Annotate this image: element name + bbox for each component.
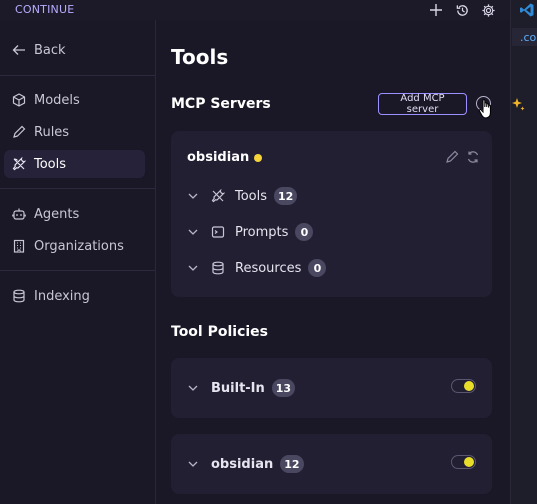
sidebar-item-label: Indexing [34,288,90,304]
sidebar-divider [0,188,155,189]
mcp-server-card: obsidian Tools 12 Prompts 0 Resources 0 [171,131,492,297]
pencil-icon [13,125,26,138]
sidebar: Back Models Rules Tools Agents Organizat… [0,20,156,504]
sidebar-item-rules[interactable]: Rules [4,118,145,146]
row-label: Tools [235,188,268,204]
server-status-dot [254,154,262,162]
sidebar-item-label: Rules [34,124,70,140]
policy-toggle[interactable] [451,379,476,393]
add-mcp-server-button[interactable]: Add MCP server [378,93,467,115]
sparkle-icon[interactable] [510,96,526,112]
policy-card-obsidian[interactable]: obsidian 12 [171,434,492,494]
count-badge: 13 [271,379,296,397]
sidebar-divider [0,270,155,271]
vscode-logo-icon [519,2,535,18]
tool-policies-heading: Tool Policies [171,324,269,340]
hand-cursor-icon [478,99,491,119]
top-bar: CONTINUE [0,0,510,20]
tools-panel: Tools MCP Servers Add MCP server obsidia… [156,20,510,504]
chevron-down-icon [188,193,198,199]
row-label: Prompts [235,224,289,240]
server-prompts-row[interactable]: Prompts 0 [187,221,314,243]
history-icon[interactable] [454,2,470,18]
plus-icon[interactable] [428,2,444,18]
database-icon [13,289,25,303]
row-label: Resources [235,260,302,276]
database-icon [211,261,227,275]
sidebar-item-label: Organizations [34,238,124,254]
chevron-down-icon [188,265,198,271]
back-button[interactable]: Back [4,36,145,64]
policy-label: obsidian [211,456,274,472]
editor-tab[interactable]: .co [512,28,537,46]
policy-toggle[interactable] [451,455,476,469]
sidebar-divider [0,75,155,76]
chevron-down-icon [188,229,198,235]
tools-icon [12,157,26,171]
count-badge: 12 [274,187,298,205]
tools-icon [211,189,227,203]
back-label: Back [34,42,66,58]
arrow-left-icon [12,45,25,55]
refresh-icon[interactable] [466,150,480,164]
count-badge: 0 [295,223,314,241]
mcp-servers-heading: MCP Servers [171,96,271,112]
app-title: CONTINUE [15,3,75,16]
policy-row: Built-In 13 [187,377,296,399]
sidebar-item-models[interactable]: Models [4,86,145,114]
cube-icon [12,93,26,107]
sidebar-item-organizations[interactable]: Organizations [4,232,145,260]
edit-icon[interactable] [445,150,459,164]
sidebar-item-indexing[interactable]: Indexing [4,282,145,310]
gear-icon[interactable] [480,2,496,18]
sidebar-item-label: Tools [34,156,67,172]
editor-strip [510,0,537,504]
toggle-knob [464,457,474,467]
toggle-knob [464,381,474,391]
robot-icon [12,208,26,220]
sidebar-item-label: Models [34,92,80,108]
top-bar-actions [428,0,496,20]
count-badge: 12 [280,455,304,473]
policy-row: obsidian 12 [187,453,304,475]
server-name: obsidian [187,150,250,165]
chevron-down-icon [188,461,198,467]
chevron-down-icon [188,385,198,391]
terminal-icon [211,225,227,239]
page-title: Tools [171,45,229,69]
policy-label: Built-In [211,380,265,396]
sidebar-item-agents[interactable]: Agents [4,200,145,228]
sidebar-item-label: Agents [34,206,80,222]
policy-card-built-in[interactable]: Built-In 13 [171,358,492,418]
building-icon [13,239,25,253]
sidebar-item-tools[interactable]: Tools [4,150,145,178]
server-resources-row[interactable]: Resources 0 [187,257,327,279]
count-badge: 0 [308,259,327,277]
server-tools-row[interactable]: Tools 12 [187,185,298,207]
